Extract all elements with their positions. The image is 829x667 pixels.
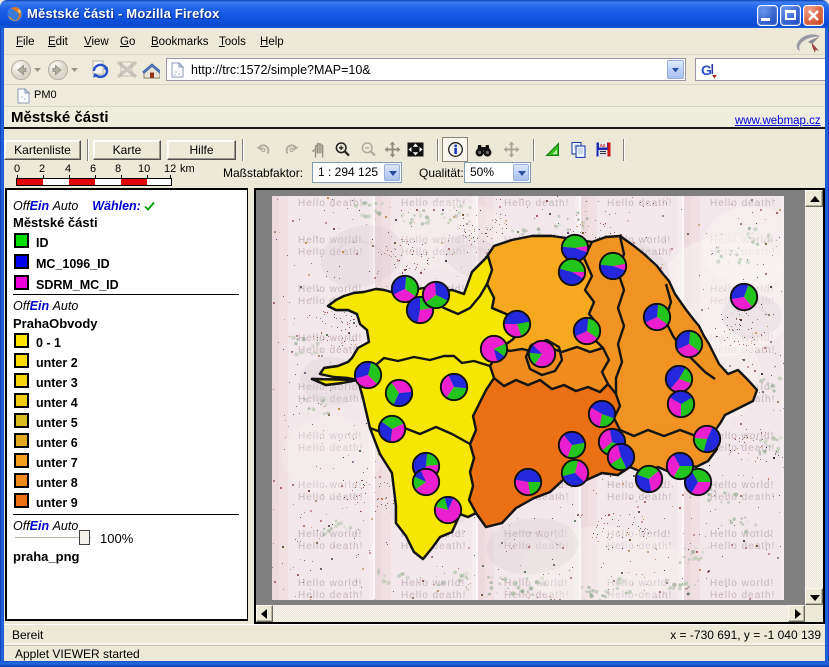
svg-text:G: G bbox=[701, 62, 712, 78]
svg-text:A2: A2 bbox=[600, 143, 606, 148]
